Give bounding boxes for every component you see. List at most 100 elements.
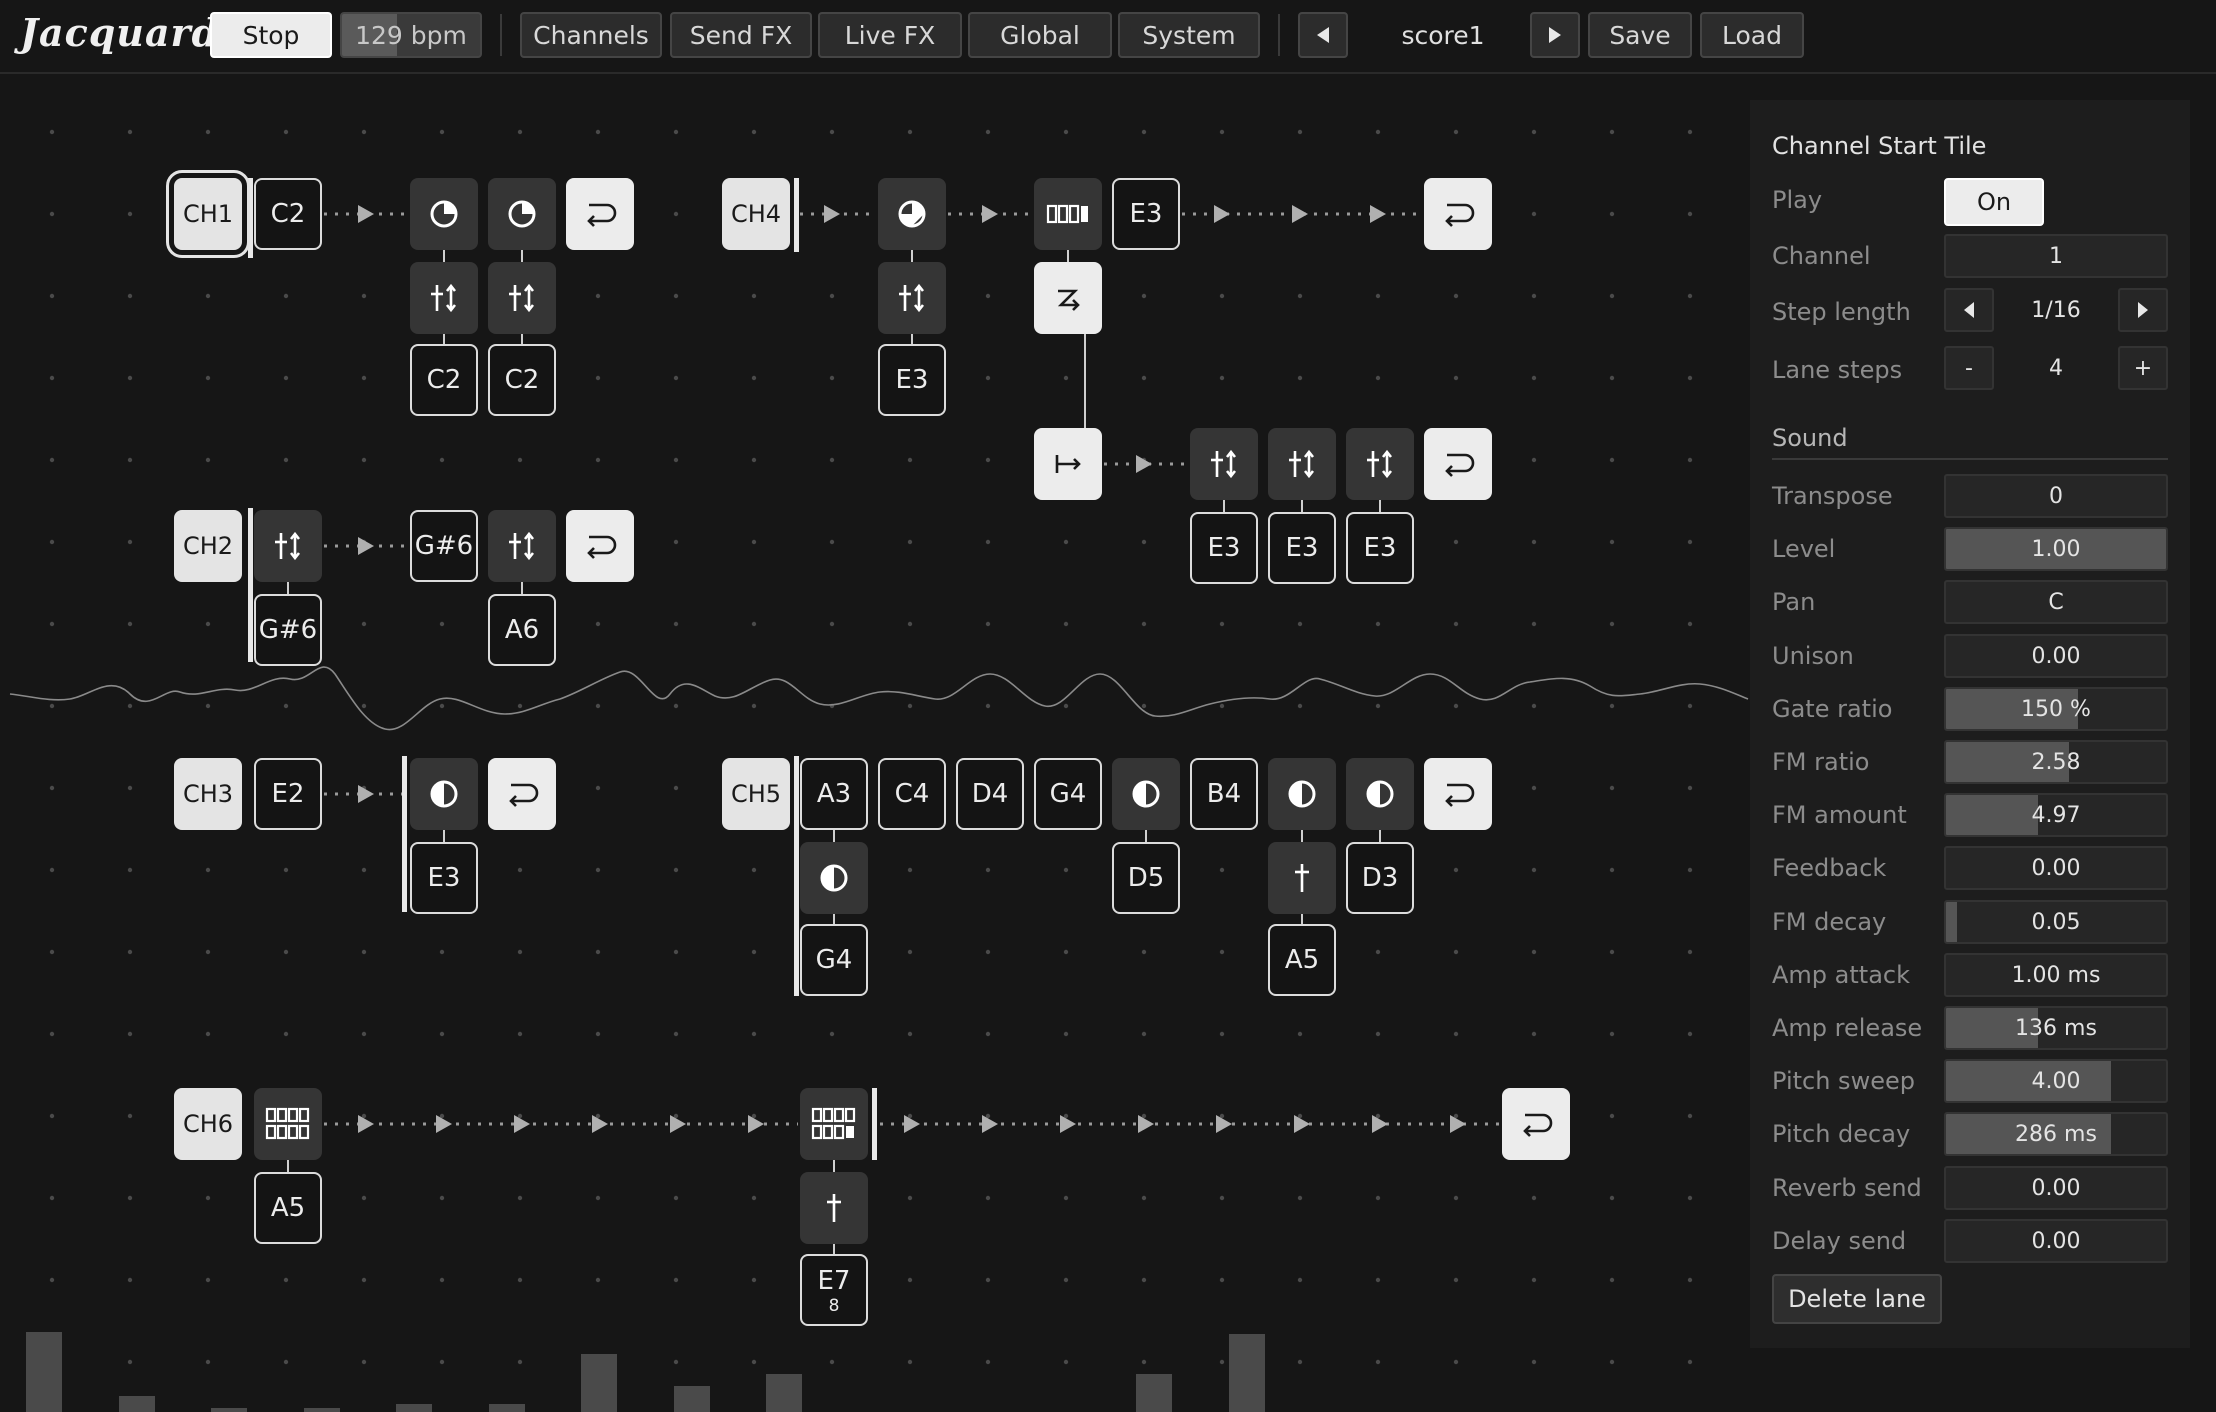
grid-dot [205, 1277, 211, 1283]
fm-ratio-slider[interactable]: 2.58 [1944, 740, 2168, 784]
loop-return-tile[interactable] [488, 758, 556, 830]
channel-start-tile-ch5[interactable]: CH5 [722, 758, 790, 830]
level-meter-bar [1229, 1334, 1265, 1412]
level-slider[interactable]: 1.00 [1944, 527, 2168, 571]
loop-return-tile[interactable] [566, 510, 634, 582]
note-tile[interactable]: A3 [800, 758, 868, 830]
note-tile[interactable]: D4 [956, 758, 1024, 830]
channel-start-tile-ch4[interactable]: CH4 [722, 178, 790, 250]
half-circle-tile[interactable] [1346, 758, 1414, 830]
note-tile[interactable]: E2 [254, 758, 322, 830]
delete-lane-button[interactable]: Delete lane [1772, 1274, 1942, 1324]
note-tile[interactable]: B4 [1190, 758, 1258, 830]
fm-decay-slider[interactable]: 0.05 [1944, 900, 2168, 944]
note-tile[interactable]: A6 [488, 594, 556, 666]
sequencer-tile[interactable] [254, 1088, 322, 1160]
channel-start-tile-ch2[interactable]: CH2 [174, 510, 242, 582]
menu-channels-button[interactable]: Channels [520, 12, 662, 58]
note-tile[interactable]: C4 [878, 758, 946, 830]
menu-system-button[interactable]: System [1118, 12, 1260, 58]
loop-return-tile[interactable] [1424, 178, 1492, 250]
pitch-shift-tile[interactable] [488, 262, 556, 334]
bpm-control[interactable]: 129 bpm [340, 12, 482, 58]
level-tile[interactable] [800, 1172, 868, 1244]
grid-dot [49, 211, 55, 217]
probability-tile[interactable] [488, 178, 556, 250]
half-circle-tile[interactable] [1268, 758, 1336, 830]
pitch-sweep-slider[interactable]: 4.00 [1944, 1059, 2168, 1103]
branch-tile[interactable] [1034, 262, 1102, 334]
note-tile[interactable]: E3 [1190, 512, 1258, 584]
gate-ratio-slider[interactable]: 150 % [1944, 687, 2168, 731]
pitch-shift-tile[interactable] [254, 510, 322, 582]
half-circle-tile[interactable] [1112, 758, 1180, 830]
probability-tile[interactable] [410, 178, 478, 250]
note-tile[interactable]: A5 [254, 1172, 322, 1244]
note-tile[interactable]: G#6 [410, 510, 478, 582]
unison-slider[interactable]: 0.00 [1944, 634, 2168, 678]
note-tile[interactable]: G4 [1034, 758, 1102, 830]
channel-field[interactable]: 1 [1944, 234, 2168, 278]
note-tile[interactable]: D5 [1112, 842, 1180, 914]
note-tile[interactable]: G4 [800, 924, 868, 996]
delay-send-slider[interactable]: 0.00 [1944, 1219, 2168, 1263]
next-score-button[interactable] [1530, 12, 1580, 58]
save-button[interactable]: Save [1588, 12, 1692, 58]
note-tile[interactable]: E3 [1112, 178, 1180, 250]
sequencer-tile[interactable] [800, 1088, 868, 1160]
note-tile[interactable]: C2 [410, 344, 478, 416]
menu-live-fx-button[interactable]: Live FX [818, 12, 962, 58]
stop-button[interactable]: Stop [210, 12, 332, 58]
amp-release-slider[interactable]: 136 ms [1944, 1006, 2168, 1050]
reverb-send-slider[interactable]: 0.00 [1944, 1166, 2168, 1210]
note-tile[interactable]: E3 [878, 344, 946, 416]
half-circle-tile[interactable] [410, 758, 478, 830]
note-tile[interactable]: G#6 [254, 594, 322, 666]
play-toggle[interactable]: On [1944, 178, 2044, 226]
load-button[interactable]: Load [1700, 12, 1804, 58]
grid-dot [595, 1031, 601, 1037]
note-tile[interactable]: D3 [1346, 842, 1414, 914]
note-tile-with-repeat[interactable]: E7 8 [800, 1254, 868, 1326]
channel-start-tile-ch1[interactable]: CH1 [166, 170, 250, 258]
menu-send-fx-button[interactable]: Send FX [670, 12, 812, 58]
step-length-increase-button[interactable] [2118, 288, 2168, 332]
step-length-decrease-button[interactable] [1944, 288, 1994, 332]
previous-score-button[interactable] [1298, 12, 1348, 58]
loop-return-tile[interactable] [1424, 428, 1492, 500]
note-tile[interactable]: C2 [488, 344, 556, 416]
loop-return-tile[interactable] [566, 178, 634, 250]
grid-dot [907, 129, 913, 135]
probability-tile[interactable] [878, 178, 946, 250]
branch-start-tile[interactable] [1034, 428, 1102, 500]
pitch-shift-tile[interactable] [410, 262, 478, 334]
grid-dot [907, 1195, 913, 1201]
loop-return-tile[interactable] [1502, 1088, 1570, 1160]
channel-start-tile-ch6[interactable]: CH6 [174, 1088, 242, 1160]
pitch-decay-slider[interactable]: 286 ms [1944, 1112, 2168, 1156]
note-tile[interactable]: E3 [410, 842, 478, 914]
note-tile[interactable]: E3 [1268, 512, 1336, 584]
pitch-shift-tile[interactable] [1190, 428, 1258, 500]
pitch-shift-tile[interactable] [1346, 428, 1414, 500]
level-tile[interactable] [1268, 842, 1336, 914]
channel-start-tile-ch3[interactable]: CH3 [174, 758, 242, 830]
pan-slider[interactable]: C [1944, 580, 2168, 624]
sequencer-tile[interactable] [1034, 178, 1102, 250]
note-tile[interactable]: C2 [254, 178, 322, 250]
amp-attack-slider[interactable]: 1.00 ms [1944, 953, 2168, 997]
grid-dot [751, 293, 757, 299]
loop-return-tile[interactable] [1424, 758, 1492, 830]
pitch-shift-tile[interactable] [878, 262, 946, 334]
half-circle-tile[interactable] [800, 842, 868, 914]
feedback-slider[interactable]: 0.00 [1944, 846, 2168, 890]
pitch-shift-tile[interactable] [488, 510, 556, 582]
transpose-slider[interactable]: 0 [1944, 474, 2168, 518]
note-tile[interactable]: E3 [1346, 512, 1414, 584]
lane-steps-decrease-button[interactable]: - [1944, 346, 1994, 390]
note-tile[interactable]: A5 [1268, 924, 1336, 996]
lane-steps-increase-button[interactable]: + [2118, 346, 2168, 390]
menu-global-button[interactable]: Global [968, 12, 1112, 58]
pitch-shift-tile[interactable] [1268, 428, 1336, 500]
fm-amount-slider[interactable]: 4.97 [1944, 793, 2168, 837]
